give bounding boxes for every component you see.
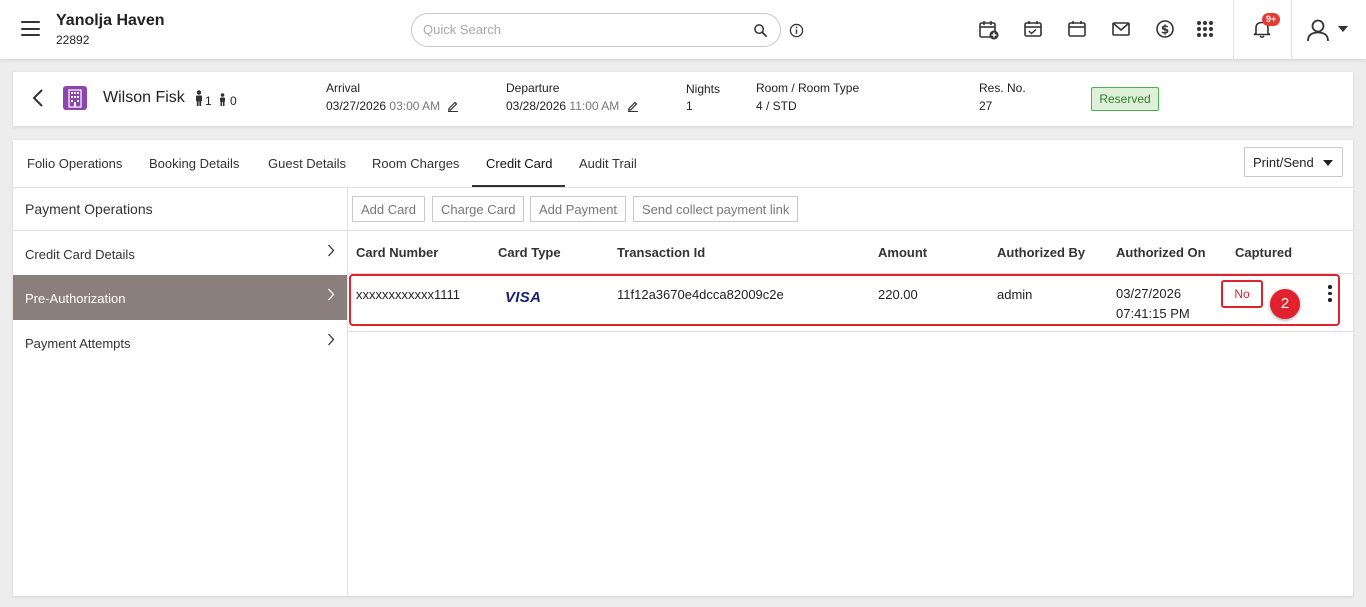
calendar-icon[interactable] [1067,19,1087,39]
table-header: Card Number Card Type Transaction Id Amo… [348,231,1353,274]
child-count: 0 [230,94,237,108]
adult-icon [196,90,202,106]
arrival-value: 03/27/2026 03:00 AM [326,99,459,113]
guest-name[interactable]: Wilson Fisk [103,89,185,107]
departure-time: 11:00 AM [569,99,620,113]
apps-grid-icon[interactable] [1196,19,1214,39]
top-bar: Yanolja Haven 22892 $ 9+ [0,0,1366,60]
print-send-button[interactable]: Print/Send [1244,147,1343,177]
tab-room-charges[interactable]: Room Charges [372,156,459,171]
column-header-transaction-id: Transaction Id [617,245,706,260]
notification-badge: 9+ [1262,13,1281,26]
arrival-label: Arrival [326,81,361,95]
adult-count: 1 [205,94,212,108]
nav-heading: Payment Operations [13,188,347,231]
res-no-label: Res. No. [979,81,1026,95]
send-payment-link-button[interactable]: Send collect payment link [633,196,799,222]
card-number: xxxxxxxxxxxx1111 [356,287,461,302]
captured-status: No [1221,280,1263,308]
nights-value: 1 [686,99,693,113]
departure-value: 03/28/2026 11:00 AM [506,99,639,113]
calendar-check-icon[interactable] [1023,19,1043,39]
caret-down-icon [1323,160,1333,166]
authorized-on-date: 03/27/2026 [1116,286,1182,301]
divider [1233,0,1234,60]
info-icon[interactable] [789,23,804,38]
add-payment-button[interactable]: Add Payment [530,196,627,222]
nav-item-payment-attempts[interactable]: Payment Attempts [13,320,347,365]
tab-booking-details[interactable]: Booking Details [149,156,239,171]
user-icon[interactable] [1305,17,1331,43]
step-marker: 2 [1270,289,1300,319]
nav-item-credit-card-details[interactable]: Credit Card Details [13,231,347,276]
nights-label: Nights [686,82,721,96]
column-header-amount: Amount [878,245,928,260]
chevron-right-icon [328,333,335,346]
building-icon [63,86,87,110]
divider [1291,0,1292,60]
tab-guest-details[interactable]: Guest Details [268,156,346,171]
room-value: 4 / STD [756,99,797,113]
main-panel: Folio Operations Booking Details Guest D… [13,140,1353,596]
amount: 220.00 [878,287,918,302]
hotel-id: 22892 [56,33,90,47]
calendar-add-icon[interactable] [978,19,1000,41]
dollar-icon[interactable]: $ [1155,19,1175,39]
column-header-captured: Captured [1235,245,1293,260]
mail-icon[interactable] [1111,19,1131,39]
edit-pencil-icon[interactable] [447,100,459,112]
tab-bar: Folio Operations Booking Details Guest D… [13,140,1353,188]
authorized-by: admin [997,287,1033,302]
res-no-value: 27 [979,99,993,113]
arrival-time: 03:00 AM [389,99,441,113]
departure-date: 03/28/2026 [506,99,567,113]
print-send-label: Print/Send [1253,155,1314,170]
search-input[interactable] [423,22,743,37]
back-arrow-icon[interactable] [32,89,44,107]
edit-pencil-icon[interactable] [627,100,639,112]
authorized-on-time: 07:41:15 PM [1116,306,1190,321]
tab-credit-card[interactable]: Credit Card [486,156,552,171]
hotel-name: Yanolja Haven [56,12,165,29]
nav-item-label: Credit Card Details [25,247,135,262]
child-icon [220,93,225,106]
column-header-card-type: Card Type [498,245,561,260]
more-options-icon[interactable] [1323,285,1337,305]
search-icon[interactable] [753,23,768,38]
chevron-right-icon [328,244,335,257]
column-header-card-number: Card Number [356,245,439,260]
column-header-authorized-on: Authorized On [1116,245,1206,260]
chevron-right-icon [328,288,335,301]
room-label: Room / Room Type [756,81,860,95]
add-card-button[interactable]: Add Card [352,196,425,222]
authorized-on: 03/27/2026 07:41:15 PM [1116,284,1190,324]
column-header-authorized-by: Authorized By [997,245,1086,260]
hamburger-menu-icon[interactable] [21,21,40,36]
svg-text:$: $ [1161,23,1169,37]
nav-item-label: Pre-Authorization [25,291,126,306]
departure-label: Departure [506,81,560,95]
nav-item-label: Payment Attempts [25,336,131,351]
tab-folio-operations[interactable]: Folio Operations [27,156,122,171]
active-tab-indicator [472,185,565,187]
arrival-date: 03/27/2026 [326,99,387,113]
quick-search[interactable] [411,13,781,47]
payment-operations-nav: Payment Operations Credit Card Details P… [13,188,348,596]
status-badge: Reserved [1091,87,1159,111]
chevron-down-icon[interactable] [1338,25,1348,33]
action-toolbar: Add Card Charge Card Add Payment Send co… [348,188,1353,231]
nav-item-pre-authorization[interactable]: Pre-Authorization [13,275,347,320]
charge-card-button[interactable]: Charge Card [432,196,525,222]
visa-logo: VISA [505,289,542,306]
table-row[interactable]: xxxxxxxxxxxx1111 VISA 11f12a3670e4dcca82… [348,275,1353,332]
captured-value: No [1234,287,1250,301]
tab-audit-trail[interactable]: Audit Trail [579,156,637,171]
nav-heading-label: Payment Operations [25,201,153,217]
reservation-summary: Wilson Fisk 1 0 Arrival 03/27/2026 03:00… [13,72,1353,126]
transaction-id: 11f12a3670e4dcca82009c2e [617,287,784,302]
